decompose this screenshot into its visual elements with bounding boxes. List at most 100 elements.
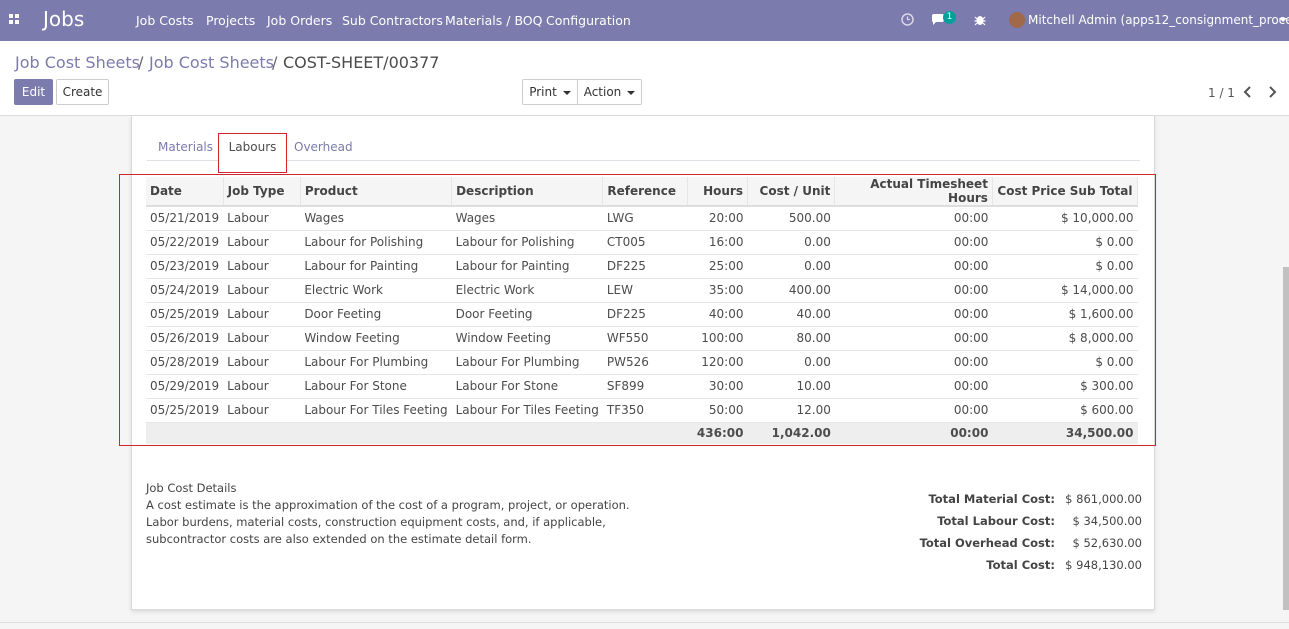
menu-projects[interactable]: Projects — [206, 13, 255, 28]
cell-hours: 50:00 — [687, 398, 748, 423]
column-header-reference[interactable]: Reference — [602, 177, 689, 207]
cell-hours: 16:00 — [687, 230, 748, 255]
user-menu[interactable]: Mitchell Admin (apps12_consignment_proce… — [1028, 13, 1289, 27]
tab-labours[interactable]: Labours — [218, 133, 287, 173]
pager-value[interactable]: 1 / 1 — [1208, 86, 1235, 100]
cell-timesheet-hours: 00:00 — [834, 398, 993, 423]
tabs-divider — [147, 160, 1140, 161]
cell-cost-unit: 400.00 — [747, 278, 835, 303]
cell-job-type: Labour — [223, 326, 301, 351]
cell-description: Electric Work — [451, 278, 603, 303]
activity-clock-icon[interactable] — [901, 13, 914, 26]
total-overhead-value: $ 52,630.00 — [1072, 536, 1143, 550]
column-header-hours[interactable]: Hours — [687, 177, 748, 207]
menu-materials-boq[interactable]: Materials / BOQ — [445, 13, 543, 28]
cell-date: 05/23/2019 — [146, 254, 224, 279]
menu-sub-contractors[interactable]: Sub Contractors — [342, 13, 443, 28]
details-title: Job Cost Details — [146, 481, 237, 495]
cell-product: Door Feeting — [300, 302, 452, 327]
cell-job-type: Labour — [223, 206, 301, 231]
column-header-cost-unit[interactable]: Cost / Unit — [747, 177, 836, 207]
cell-date: 05/22/2019 — [146, 230, 224, 255]
cell-hours: 30:00 — [687, 374, 748, 399]
footer-cost-unit: 1,042.00 — [747, 422, 835, 444]
cell-product: Electric Work — [300, 278, 452, 303]
cell-job-type: Labour — [223, 302, 301, 327]
cell-cost-unit: 500.00 — [747, 206, 835, 231]
cell-hours: 40:00 — [687, 302, 748, 327]
cell-date: 05/26/2019 — [146, 326, 224, 351]
pager-previous-icon[interactable] — [1243, 86, 1253, 98]
debug-bug-icon[interactable] — [974, 13, 986, 26]
cell-subtotal: $ 0.00 — [992, 350, 1138, 375]
tab-materials[interactable]: Materials — [158, 140, 213, 154]
cell-description: Labour for Polishing — [451, 230, 603, 255]
column-header-timesheet-hours[interactable]: Actual Timesheet Hours — [834, 177, 993, 207]
cell-reference: WF550 — [602, 326, 688, 351]
cell-reference: PW526 — [602, 350, 688, 375]
user-avatar[interactable] — [1009, 12, 1025, 28]
table-footer-row: 436:00 1,042.00 00:00 34,500.00 — [146, 422, 1138, 444]
chevron-down-icon — [627, 90, 636, 95]
print-dropdown[interactable]: Print — [522, 79, 578, 105]
chevron-down-icon — [562, 90, 571, 95]
edit-button[interactable]: Edit — [14, 79, 53, 105]
page-scrollbar[interactable] — [1283, 267, 1289, 610]
breadcrumb-job-cost-sheets[interactable]: Job Cost Sheets — [15, 53, 140, 72]
tab-overhead[interactable]: Overhead — [294, 140, 353, 154]
table-row[interactable]: 05/28/2019 Labour Labour For Plumbing Labou… — [146, 350, 1138, 375]
cell-job-type: Labour — [223, 374, 301, 399]
table-row[interactable]: 05/23/2019 Labour Labour for Painting Labou… — [146, 254, 1138, 279]
cell-timesheet-hours: 00:00 — [834, 374, 993, 399]
app-title: Jobs — [43, 7, 85, 31]
action-label: Action — [583, 85, 622, 99]
column-header-job-type[interactable]: Job Type — [223, 177, 301, 207]
cell-date: 05/21/2019 — [146, 206, 224, 231]
cell-timesheet-hours: 00:00 — [834, 278, 993, 303]
cell-product: Labour For Plumbing — [300, 350, 452, 375]
table-row[interactable]: 05/25/2019 Labour Labour For Tiles Feeting… — [146, 398, 1138, 423]
menu-job-orders[interactable]: Job Orders — [267, 13, 332, 28]
details-line-3: subcontractor costs are also extended on… — [146, 532, 532, 546]
user-menu-caret-icon[interactable] — [1279, 18, 1287, 22]
table-row[interactable]: 05/29/2019 Labour Labour For Stone Labour F… — [146, 374, 1138, 399]
menu-configuration[interactable]: Configuration — [546, 13, 631, 28]
total-material-label: Total Material Cost: — [928, 492, 1055, 506]
column-header-description[interactable]: Description — [451, 177, 604, 207]
table-header-row: Date Job Type Product Description Refere… — [146, 177, 1139, 207]
column-header-product[interactable]: Product — [300, 177, 453, 207]
cell-date: 05/29/2019 — [146, 374, 224, 399]
breadcrumb-job-cost-sheets-2[interactable]: Job Cost Sheets — [149, 53, 274, 72]
column-header-subtotal[interactable]: Cost Price Sub Total — [992, 177, 1139, 207]
cell-subtotal: $ 300.00 — [992, 374, 1138, 399]
cell-subtotal: $ 0.00 — [992, 254, 1138, 279]
column-header-date[interactable]: Date — [146, 177, 224, 207]
menu-job-costs[interactable]: Job Costs — [136, 13, 194, 28]
cell-timesheet-hours: 00:00 — [834, 326, 993, 351]
table-row[interactable]: 05/22/2019 Labour Labour for Polishing Labo… — [146, 230, 1138, 255]
cell-description: Window Feeting — [451, 326, 603, 351]
table-row[interactable]: 05/25/2019 Labour Door Feeting Door Feeting… — [146, 302, 1138, 327]
table-row[interactable]: 05/26/2019 Labour Window Feeting Window Fee… — [146, 326, 1138, 351]
details-line-1: A cost estimate is the approximation of … — [146, 498, 630, 512]
cell-product: Labour for Painting — [300, 254, 452, 279]
breadcrumb-separator-2: / — [272, 53, 278, 72]
cell-subtotal: $ 10,000.00 — [992, 206, 1138, 231]
cell-reference: SF899 — [602, 374, 688, 399]
table-row[interactable]: 05/24/2019 Labour Electric Work Electric Wo… — [146, 278, 1138, 303]
cell-job-type: Labour — [223, 230, 301, 255]
cell-subtotal: $ 1,600.00 — [992, 302, 1138, 327]
control-panel: Job Cost Sheets / Job Cost Sheets / COST… — [0, 41, 1289, 116]
action-dropdown[interactable]: Action — [577, 79, 642, 105]
table-row[interactable]: 05/21/2019 Labour Wages Wages LWG 20:00 500.00… — [146, 206, 1138, 231]
cell-reference: CT005 — [602, 230, 688, 255]
footer-hours: 436:00 — [687, 422, 748, 444]
cell-subtotal: $ 0.00 — [992, 230, 1138, 255]
total-overhead-label: Total Overhead Cost: — [919, 536, 1055, 550]
cell-timesheet-hours: 00:00 — [834, 302, 993, 327]
total-labour-value: $ 34,500.00 — [1072, 514, 1143, 528]
apps-menu-icon[interactable] — [9, 14, 20, 25]
pager-next-icon[interactable] — [1267, 86, 1277, 98]
create-button[interactable]: Create — [56, 79, 109, 105]
cell-date: 05/28/2019 — [146, 350, 224, 375]
